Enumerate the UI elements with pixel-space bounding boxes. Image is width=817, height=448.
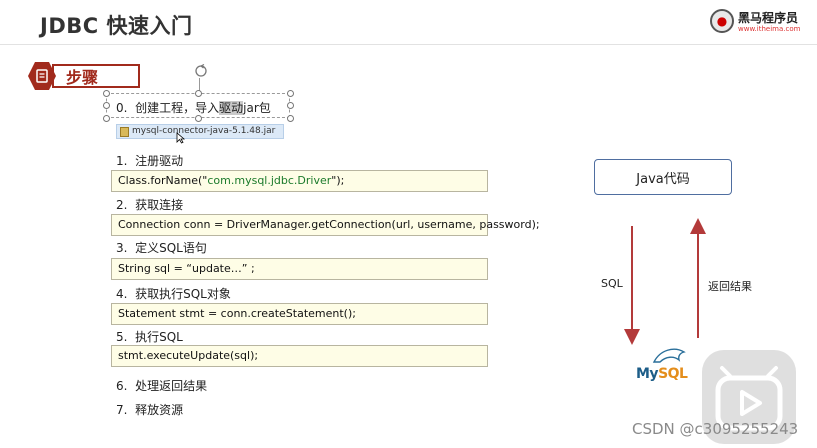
step-6-text: 处理返回结果	[135, 379, 208, 393]
step-1-num: 1.	[116, 154, 128, 168]
step-6-num: 6.	[116, 379, 128, 393]
mouse-cursor-icon	[176, 132, 186, 144]
section-badge: 步骤	[28, 62, 140, 90]
step-7-text: 释放资源	[135, 403, 184, 417]
section-label: 步骤	[66, 68, 99, 87]
mysql-wordmark: MySQL	[636, 366, 688, 382]
step-0-text: 创建工程，导入	[135, 101, 220, 115]
header-divider	[0, 44, 817, 45]
code-define-sql: String sql = “update…” ;	[111, 258, 488, 280]
step-0-num: 0.	[116, 101, 128, 115]
brand-logo: ● 黑马程序员 www.itheima.com	[708, 6, 808, 38]
brand-url: www.itheima.com	[738, 25, 801, 33]
jar-file-item[interactable]: mysql-connector-java-5.1.48.jar	[116, 124, 284, 139]
code-create-statement: Statement stmt = conn.createStatement();	[111, 303, 488, 325]
step-4: 4. 获取执行SQL对象	[116, 285, 231, 302]
step-3-num: 3.	[116, 241, 128, 255]
step-5-num: 5.	[116, 330, 128, 344]
sql-arrow-label: SQL	[601, 277, 623, 290]
step-3-text: 定义SQL语句	[135, 241, 207, 255]
step-7: 7. 释放资源	[116, 401, 183, 418]
resize-handle-bl[interactable]	[103, 115, 110, 122]
step-2: 2. 获取连接	[116, 196, 183, 213]
jar-file-icon	[120, 127, 129, 137]
code-1-string: com.mysql.jdbc.Driver	[207, 174, 332, 187]
step-1: 1. 注册驱动	[116, 152, 183, 169]
mysql-my: My	[636, 366, 659, 382]
resize-handle-tl[interactable]	[103, 90, 110, 97]
step-1-text: 注册驱动	[135, 154, 184, 168]
resize-handle-mr[interactable]	[287, 102, 294, 109]
brand-name: 黑马程序员	[738, 11, 799, 25]
step-5: 5. 执行SQL	[116, 328, 183, 345]
step-2-num: 2.	[116, 198, 128, 212]
code-1-post: ");	[331, 174, 345, 187]
step-0[interactable]: 0. 创建工程，导入驱动jar包	[116, 99, 271, 116]
java-code-box: Java代码	[594, 159, 732, 195]
page-title: JDBC 快速入门	[40, 14, 193, 38]
dolphin-icon	[652, 348, 686, 363]
result-arrow-label: 返回结果	[708, 280, 752, 293]
resize-handle-tr[interactable]	[287, 90, 294, 97]
code-get-connection: Connection conn = DriverManager.getConne…	[111, 214, 540, 236]
resize-handle-bc[interactable]	[195, 115, 202, 122]
step-0-text-after: jar包	[243, 101, 271, 115]
mysql-logo: MySQL	[636, 344, 692, 384]
rotate-handle-icon[interactable]	[194, 64, 208, 78]
step-6: 6. 处理返回结果	[116, 377, 207, 394]
jar-file-name: mysql-connector-java-5.1.48.jar	[132, 126, 276, 136]
step-3: 3. 定义SQL语句	[116, 239, 207, 256]
mysql-sql: SQL	[658, 366, 688, 382]
step-4-num: 4.	[116, 287, 128, 301]
watermark: CSDN @c3095255243	[632, 420, 799, 438]
step-2-text: 获取连接	[135, 198, 184, 212]
code-execute-update: stmt.executeUpdate(sql);	[111, 345, 488, 367]
code-register-driver: Class.forName("com.mysql.jdbc.Driver");	[111, 170, 488, 192]
step-0-highlight: 驱动	[219, 101, 244, 115]
step-5-text: 执行SQL	[135, 330, 183, 344]
resize-handle-tc[interactable]	[195, 90, 202, 97]
code-1-pre: Class.forName("	[118, 174, 208, 187]
resize-handle-ml[interactable]	[103, 102, 110, 109]
step-7-num: 7.	[116, 403, 128, 417]
resize-handle-br[interactable]	[287, 115, 294, 122]
step-4-text: 获取执行SQL对象	[135, 287, 231, 301]
brand-logo-icon: ●	[710, 9, 734, 33]
